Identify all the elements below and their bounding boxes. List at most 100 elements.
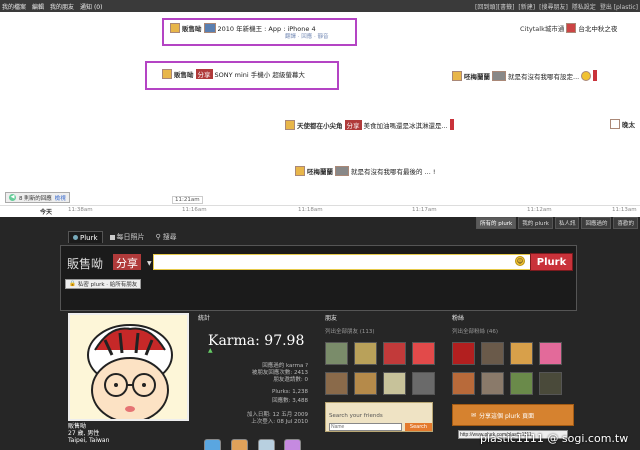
friends-header: 朋友	[325, 315, 338, 322]
timeline-plurk[interactable]: 呸梅蘭蘭 就是有沒有我哪有設定...	[452, 70, 598, 81]
plurk-author[interactable]: 呸梅蘭蘭	[464, 71, 490, 81]
tab-plurk[interactable]: Plurk	[68, 231, 103, 243]
time-axis[interactable]: 今天 11:38am 11:16am 11:18am 11:17am 11:12…	[0, 205, 640, 217]
avatar	[452, 70, 462, 81]
blue-action-icon[interactable]	[204, 439, 221, 450]
purple-action-icon[interactable]	[284, 439, 301, 450]
qualifier-select[interactable]: 分享	[113, 254, 141, 270]
today-label: 今天	[40, 209, 53, 216]
emoticon-icon[interactable]: ☺	[515, 256, 525, 266]
plurk-timeline[interactable]: 販售呦 2010 年新機王 : App : iPhone 4 翻譯 · 回應 ·…	[0, 12, 640, 205]
plurk-author[interactable]: 呸梅蘭蘭	[307, 166, 333, 176]
stats-header: 統計	[198, 315, 211, 322]
friend-thumbnail[interactable]	[354, 342, 377, 365]
profile-avatar	[68, 313, 189, 421]
nav-my-profile[interactable]: 我的檔案	[2, 2, 26, 11]
plurk-text: 台北中秋之夜	[578, 25, 618, 33]
filter-responded[interactable]: 回應過的	[581, 217, 612, 229]
karma-value: 97.98	[264, 333, 305, 349]
avatar	[295, 166, 305, 176]
badge-icon	[566, 23, 577, 33]
timeline-plurk[interactable]: 晚太	[610, 119, 635, 129]
friend-thumbnail[interactable]	[510, 372, 533, 395]
unread-bar	[449, 119, 454, 130]
plurk-composer: 販售呦 分享 ▼ ☺ Plurk 🔒 私密 plurk · 給所有朋友	[60, 245, 577, 311]
plurk-input[interactable]	[153, 254, 573, 270]
chevron-down-icon[interactable]: ▼	[147, 260, 152, 267]
avatar	[285, 119, 295, 130]
quote-icon	[335, 166, 349, 176]
friend-thumbnail[interactable]	[325, 372, 348, 395]
filter-private[interactable]: 私人訊	[554, 217, 580, 229]
plurk-actions[interactable]: 翻譯 · 回應 · 靜音	[285, 32, 329, 40]
plurk-qualifier: 分享	[344, 119, 362, 130]
cartoon-avatar-icon	[70, 315, 187, 419]
quote-icon	[492, 70, 506, 81]
nav-privacy-settings[interactable]: 隱私設定	[572, 2, 596, 11]
share-plurk-page-button[interactable]: ✉ 分享這個 plurk 頁面	[452, 404, 574, 426]
privacy-option[interactable]: 🔒 私密 plurk · 給所有朋友	[65, 279, 142, 289]
friend-thumbnail[interactable]	[383, 342, 406, 365]
friend-search-input[interactable]	[329, 423, 402, 431]
plurk-author[interactable]: 晚太	[622, 119, 635, 129]
friend-thumbnail[interactable]	[452, 342, 475, 365]
timeline-plurk[interactable]: Citytalk城市通 台北中秋之夜	[520, 23, 617, 33]
friend-thumbnail[interactable]	[539, 372, 562, 395]
plurk-author[interactable]: Citytalk城市通	[520, 23, 564, 33]
plurk-submit-button[interactable]: Plurk	[530, 253, 573, 271]
list-all-fans-link[interactable]: 列出全部粉絲 (46)	[452, 327, 570, 335]
friend-thumbnail[interactable]	[412, 342, 435, 365]
iphone-icon	[203, 23, 216, 33]
plurk-author[interactable]: 販售呦	[174, 69, 194, 79]
composer-nickname: 販售呦	[67, 257, 104, 271]
filter-liked[interactable]: 喜歡的	[613, 217, 638, 229]
view-new-link[interactable]: 檢視	[55, 194, 66, 202]
nav-new[interactable]: [新建]	[518, 2, 535, 11]
nav-my-friends[interactable]: 我的朋友	[50, 2, 74, 11]
filter-my-plurks[interactable]: 我的 plurk	[518, 217, 553, 229]
nav-logout[interactable]: 登出 [plastic]	[600, 2, 638, 11]
plurk-author[interactable]: 天使都在小尖角	[297, 120, 343, 130]
stat-row: 上次登入: 08 Jul 2010	[251, 419, 308, 425]
time-tick: 11:16am	[182, 207, 207, 213]
list-all-friends-link[interactable]: 列出全部朋友 (113)	[325, 327, 440, 335]
friend-thumbnail[interactable]	[354, 372, 377, 395]
heart-action-icon[interactable]	[231, 439, 248, 450]
plurk-text: SONY mini 手機小 超級螢幕大	[214, 71, 305, 79]
edit-action-icon[interactable]	[258, 439, 275, 450]
avatar	[162, 69, 172, 79]
friend-thumbnail[interactable]	[383, 372, 406, 395]
timeline-plurk[interactable]: 呸梅蘭蘭 就是有沒有我哪有最後的 ... !	[295, 166, 435, 176]
nav-find-friends[interactable]: [搜尋朋友]	[539, 2, 568, 11]
arrow-left-icon: ◀	[9, 194, 16, 201]
profile-name: 販售呦	[68, 423, 87, 430]
friend-thumbnail[interactable]	[510, 342, 533, 365]
friend-thumbnail[interactable]	[539, 342, 562, 365]
nav-top-bookmark[interactable]: [回到頭][書籤]	[475, 2, 514, 11]
filter-all-plurks[interactable]: 所有的 plurk	[476, 217, 517, 229]
tab-search[interactable]: ⚲ 搜尋	[152, 231, 181, 243]
watermark-site: @ sogi.com.tw	[547, 432, 629, 445]
time-tick: 11:17am	[412, 207, 437, 213]
tab-daily-photo[interactable]: 每日照片	[106, 231, 149, 243]
profile-info: 販售呦 27 歲, 男性 Taipei, Taiwan	[68, 423, 109, 444]
time-tick: 11:38am	[68, 207, 93, 213]
fans-panel: 粉絲 列出全部粉絲 (46)	[452, 313, 570, 395]
friend-thumbnail[interactable]	[452, 372, 475, 395]
nav-notifications[interactable]: 通知 (0)	[80, 2, 102, 11]
plurk-text: 美食加油嗎還是冰淇淋還是...	[363, 121, 448, 130]
unread-bar	[593, 70, 598, 81]
timeline-plurk[interactable]: 販售呦 分享 SONY mini 手機小 超級螢幕大	[162, 69, 305, 79]
nav-edit[interactable]: 編輯	[32, 2, 44, 11]
karma-up-icon: ▲	[208, 347, 213, 354]
profile-area: 所有的 plurk 我的 plurk 私人訊 回應過的 喜歡的 Plurk 每日…	[0, 217, 640, 450]
plurk-author[interactable]: 販售呦	[182, 23, 202, 33]
timeline-plurk[interactable]: 天使都在小尖角 分享 美食加油嗎還是冰淇淋還是...	[285, 119, 454, 130]
friend-thumbnail[interactable]	[325, 342, 348, 365]
friend-thumbnail[interactable]	[481, 342, 504, 365]
friend-search-button[interactable]: Search	[405, 423, 432, 431]
stat-row: Plurks: 1,238	[272, 389, 308, 395]
new-responses-marker[interactable]: ◀ 8 則新的回應 檢視	[5, 192, 70, 203]
friend-thumbnail[interactable]	[412, 372, 435, 395]
friend-thumbnail[interactable]	[481, 372, 504, 395]
